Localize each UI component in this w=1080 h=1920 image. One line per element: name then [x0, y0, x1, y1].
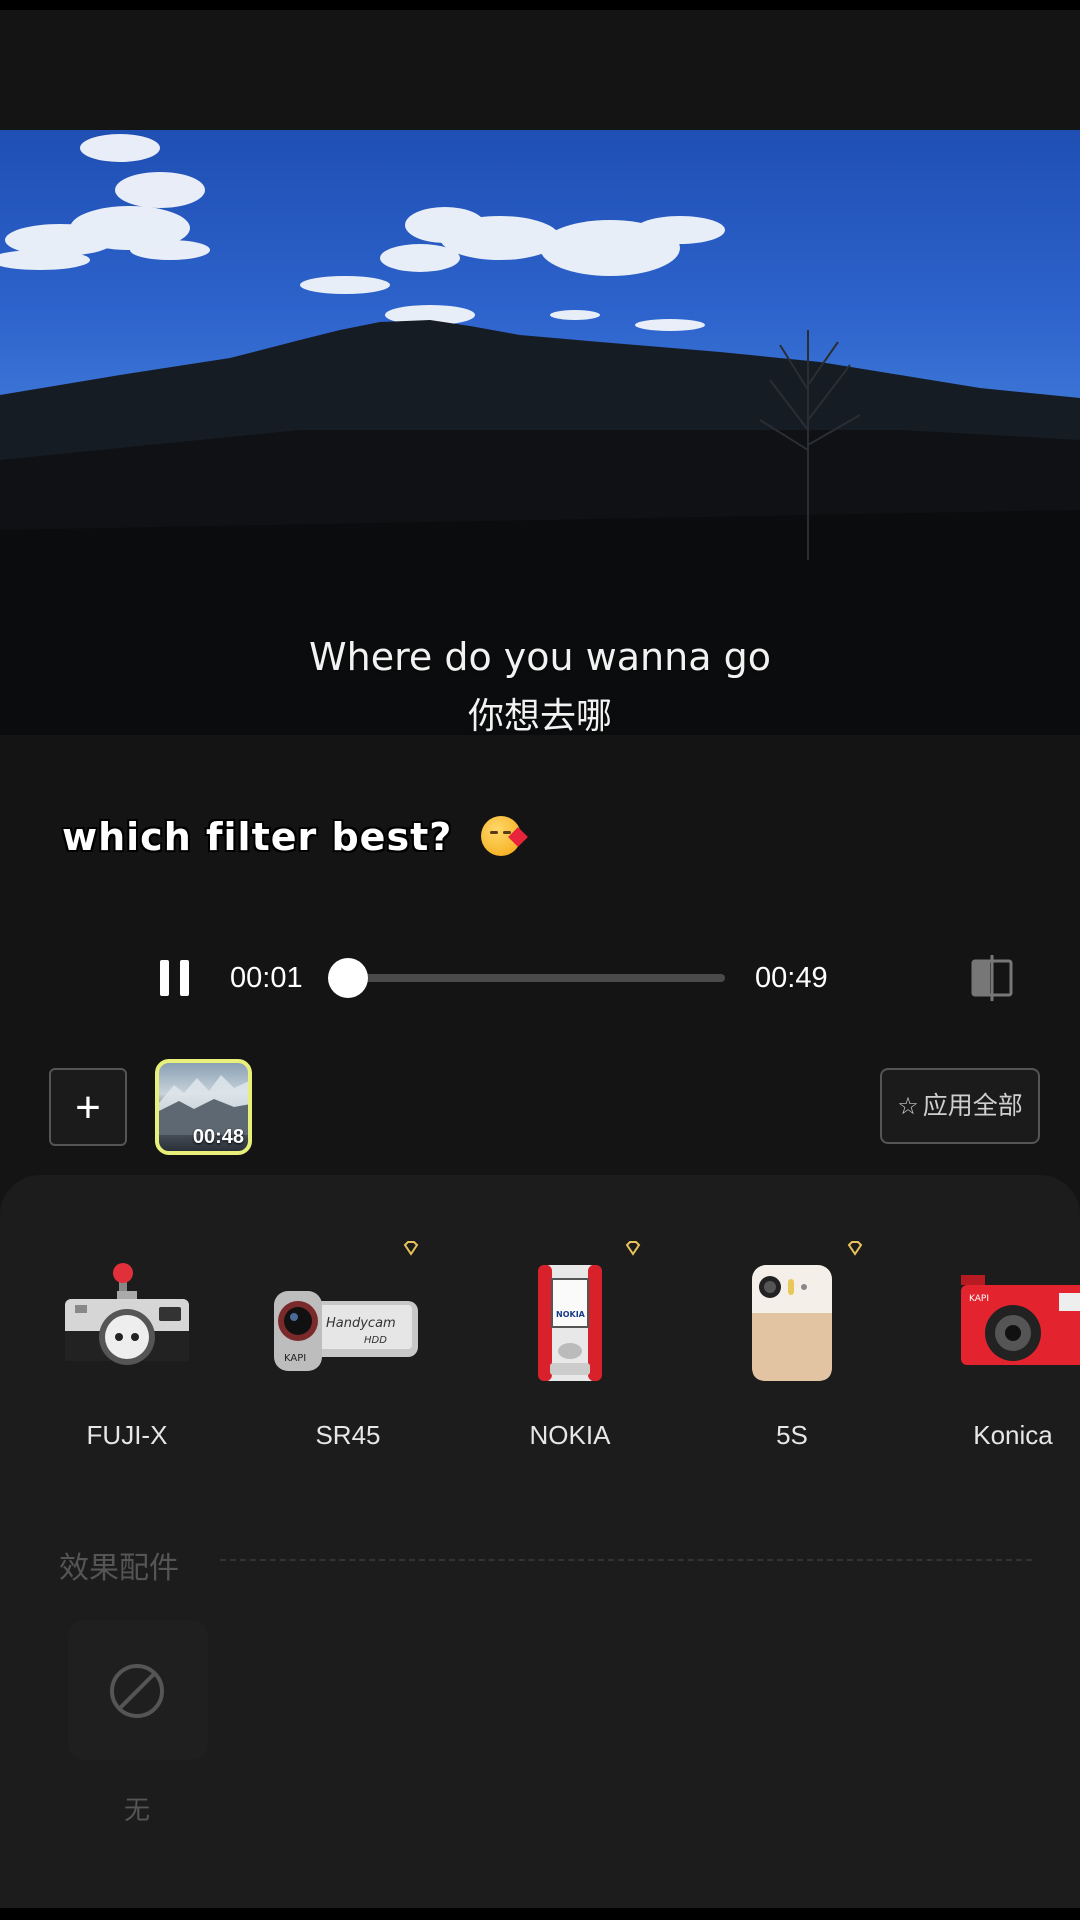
subtitle-chinese: 你想去哪 [467, 696, 612, 735]
filter-label: FUJI-X [86, 1420, 168, 1450]
sparkle-star-icon: ☆ [897, 1092, 919, 1120]
section-divider [220, 1559, 1032, 1561]
filter-label: SR45 [315, 1420, 381, 1450]
accessories-section-title: 效果配件 [59, 1551, 179, 1586]
app-screen: Where do you wanna go 你想去哪 which filter … [0, 10, 1080, 1908]
vip-diamond-icon [847, 1241, 863, 1256]
video-preview[interactable]: Where do you wanna go 你想去哪 [0, 130, 1080, 735]
add-clip-button[interactable]: + [49, 1068, 127, 1146]
none-prohibited-icon [110, 1664, 164, 1718]
progress-thumb[interactable] [327, 958, 368, 998]
vip-diamond-icon [625, 1241, 641, 1256]
filter-label: Konica [973, 1420, 1053, 1450]
nokia-phone-icon: NOKIA [538, 1265, 602, 1381]
filter-item-5s[interactable]: 5S [702, 1255, 882, 1451]
vip-diamond-icon [403, 1241, 419, 1256]
svg-text:KAPI: KAPI [284, 1353, 306, 1364]
svg-text:Handycam: Handycam [326, 1316, 396, 1331]
apply-all-button[interactable]: ☆ 应用全部 [880, 1068, 1040, 1144]
current-time: 00:01 [230, 962, 303, 994]
filter-item-konica[interactable]: KAPI Konica [923, 1255, 1080, 1451]
handycam-camcorder-icon: Handycam HDD KAPI [274, 1291, 418, 1371]
total-time: 00:49 [755, 962, 828, 994]
apply-all-label: 应用全部 [922, 1091, 1023, 1120]
iphone-5s-icon [752, 1265, 832, 1381]
caption-text: which filter best? [62, 815, 528, 860]
filter-item-nokia[interactable]: NOKIA NOKIA [480, 1255, 660, 1451]
svg-text:HDD: HDD [364, 1335, 387, 1346]
pause-button[interactable] [160, 960, 194, 996]
accessory-none-label: 无 [124, 1796, 151, 1826]
konica-camera-icon: KAPI [961, 1275, 1080, 1365]
progress-track[interactable] [340, 974, 725, 982]
kissing-face-emoji-icon [480, 815, 528, 856]
clip-duration: 00:48 [192, 1126, 244, 1148]
caption-label: which filter best? [62, 815, 453, 859]
filter-panel: FUJI-X Handycam HDD KAPI SR45 NOKIA NOKI… [0, 1175, 1080, 1908]
subtitle-english: Where do you wanna go [309, 635, 771, 679]
fuji-camera-icon [65, 1263, 189, 1365]
clip-thumbnail[interactable]: 00:48 [155, 1059, 252, 1155]
filter-item-fuji-x[interactable]: FUJI-X [37, 1255, 217, 1451]
filter-label: NOKIA [529, 1420, 611, 1450]
filter-label: 5S [776, 1420, 808, 1450]
pause-icon [160, 960, 169, 996]
svg-text:NOKIA: NOKIA [556, 1310, 586, 1319]
compare-split-icon[interactable] [970, 955, 1014, 1001]
svg-text:KAPI: KAPI [969, 1294, 989, 1304]
filter-item-sr45[interactable]: Handycam HDD KAPI SR45 [258, 1255, 438, 1451]
